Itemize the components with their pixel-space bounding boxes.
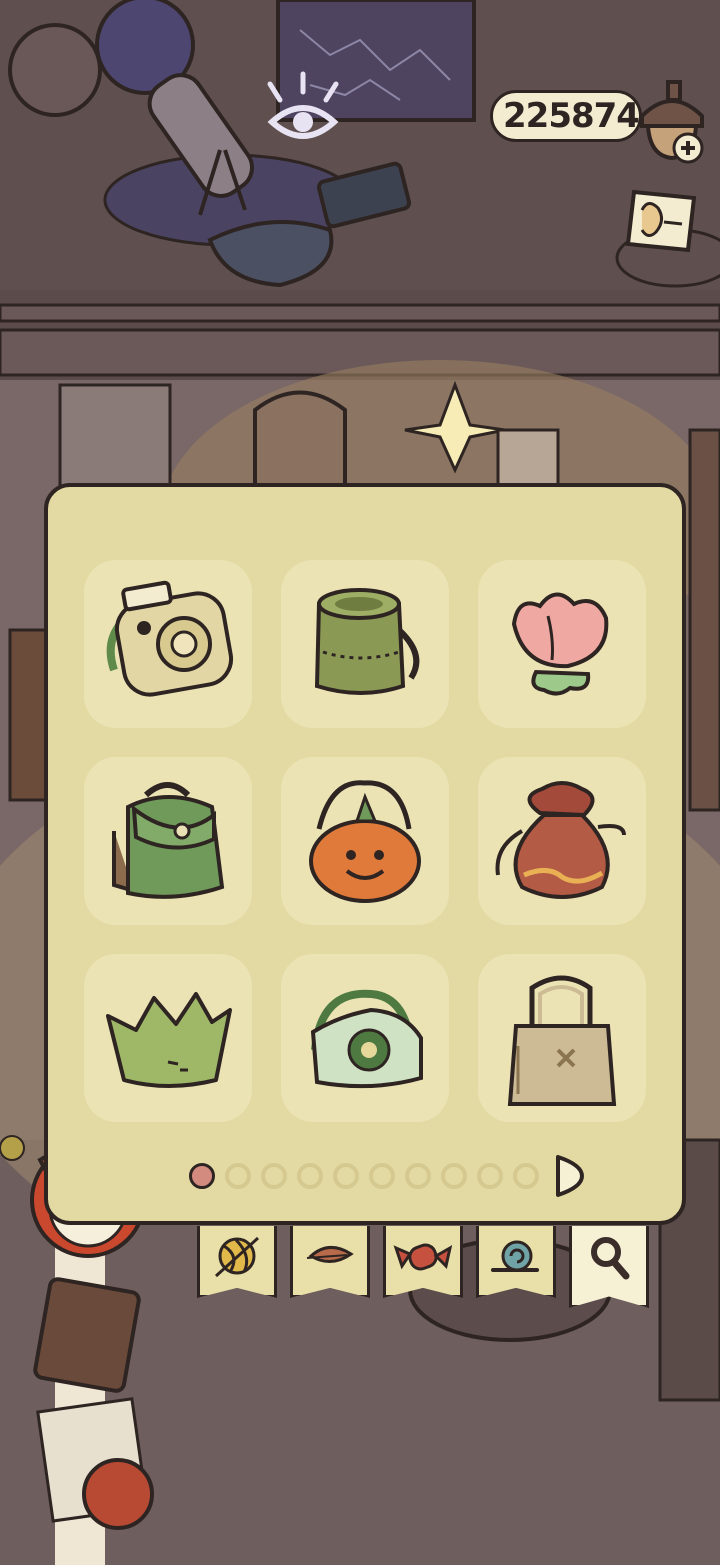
note-icon [625,189,697,253]
tab-leaf[interactable] [290,1226,370,1298]
item-slot-green-bucket-bag[interactable] [281,560,449,728]
add-acorns-button[interactable] [630,76,714,166]
eye-icon [267,71,339,139]
pumpkin-bucket-icon [309,780,421,903]
tab-candy[interactable] [383,1226,463,1298]
item-slot-tulip-pouch[interactable] [478,560,646,728]
next-page-button[interactable] [552,1153,586,1199]
item-slot-instant-camera-bag[interactable] [84,560,252,728]
page-dot-1[interactable] [189,1163,215,1189]
crochet-tote-icon [310,989,423,1089]
item-slot-drawstring-pouch[interactable] [478,757,646,925]
notes-button[interactable] [616,180,706,260]
item-slot-woven-tote[interactable] [478,954,646,1122]
page-dot-8[interactable] [441,1163,467,1189]
snail-icon [491,1240,539,1272]
page-dot-7[interactable] [405,1163,431,1189]
page-dot-10[interactable] [513,1163,539,1189]
candy-icon [393,1243,453,1271]
visibility-toggle-button[interactable] [258,70,348,150]
acorn-currency-display: 225874 [490,90,642,142]
tab-snail[interactable] [476,1226,556,1298]
leaf-icon [306,1246,354,1263]
camera-bag-icon [106,580,234,697]
acorn-count: 225874 [503,96,640,136]
page-dot-2[interactable] [225,1163,251,1189]
drawstring-pouch-icon [495,781,626,899]
page-dot-4[interactable] [297,1163,323,1189]
next-page-arrow-icon [556,1155,584,1197]
bucket-bag-icon [314,588,420,695]
page-dot-9[interactable] [477,1163,503,1189]
yarn-ball-icon [214,1236,260,1278]
woven-tote-icon [507,975,617,1106]
page-dot-3[interactable] [261,1163,287,1189]
page-dot-5[interactable] [333,1163,359,1189]
item-slot-crochet-tote[interactable] [281,954,449,1122]
tab-search[interactable] [569,1226,649,1308]
leaf-basket-icon [106,992,232,1088]
item-slot-green-backpack[interactable] [84,757,252,925]
item-slot-pumpkin-bucket[interactable] [281,757,449,925]
tab-yarn[interactable] [197,1226,277,1298]
magnifier-icon [591,1237,630,1280]
item-slot-leaf-crown-basket[interactable] [84,954,252,1122]
backpack-icon [112,782,225,899]
acorn-plus-icon [640,80,704,164]
page-dot-6[interactable] [369,1163,395,1189]
tulip-pouch-icon [511,592,609,696]
